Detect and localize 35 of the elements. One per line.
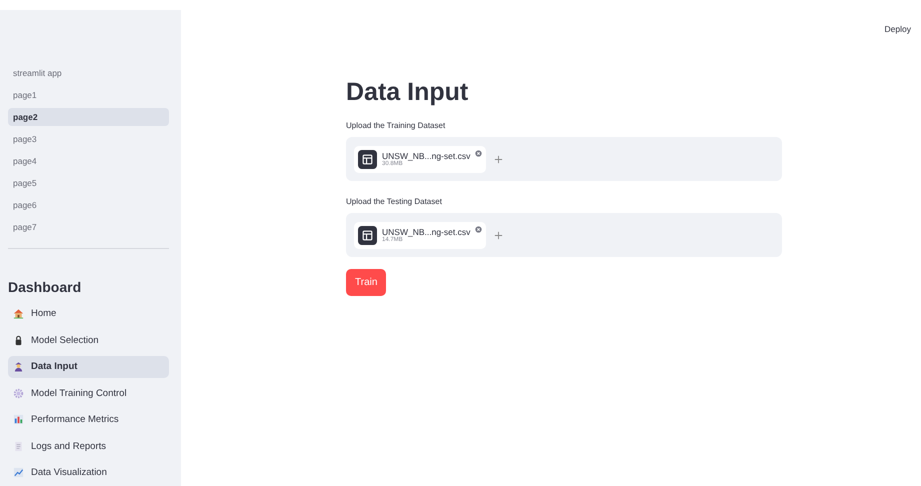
page-link[interactable]: streamlit app (8, 64, 169, 82)
bar-chart-icon (13, 414, 24, 426)
page-title: Data Input (346, 78, 470, 107)
page-link[interactable]: page2 (8, 108, 169, 126)
file-name: UNSW_NB...ng-set.csv (382, 151, 470, 161)
menu-item[interactable]: Model Training Control (8, 382, 169, 404)
page-link[interactable]: page4 (8, 152, 169, 170)
file-name: UNSW_NB...ng-set.csv (382, 227, 470, 237)
add-icon[interactable] (494, 154, 504, 164)
menu-item[interactable]: Home (8, 303, 169, 324)
line-chart-icon (13, 467, 24, 478)
table-file-icon (358, 150, 377, 168)
menu-item[interactable]: Performance Metrics (8, 409, 169, 430)
add-icon[interactable] (494, 230, 504, 240)
menu-item[interactable]: Data Visualization (8, 462, 169, 484)
page-link[interactable]: page3 (8, 130, 169, 148)
page-link[interactable]: page6 (8, 196, 169, 214)
sidebar-title: Dashboard (8, 279, 82, 295)
gear-icon (13, 388, 24, 399)
house-icon (13, 308, 24, 320)
deploy-link[interactable]: Deploy (884, 24, 911, 34)
table-file-icon (358, 226, 377, 244)
page-link[interactable]: page1 (8, 86, 169, 104)
menu-item[interactable]: Logs and Reports (8, 436, 169, 457)
menu-item[interactable]: Data Input (8, 356, 169, 378)
document-icon (13, 440, 24, 452)
lock-icon (13, 334, 24, 346)
page-link[interactable]: page5 (8, 174, 169, 192)
close-icon[interactable] (475, 226, 482, 232)
upload-label: Upload the Testing Dataset (346, 197, 443, 206)
person-icon (13, 361, 24, 372)
menu-item[interactable]: Model Selection (8, 330, 169, 351)
page-link[interactable]: page7 (8, 218, 169, 236)
close-icon[interactable] (475, 150, 482, 156)
upload-label: Upload the Training Dataset (346, 121, 446, 130)
